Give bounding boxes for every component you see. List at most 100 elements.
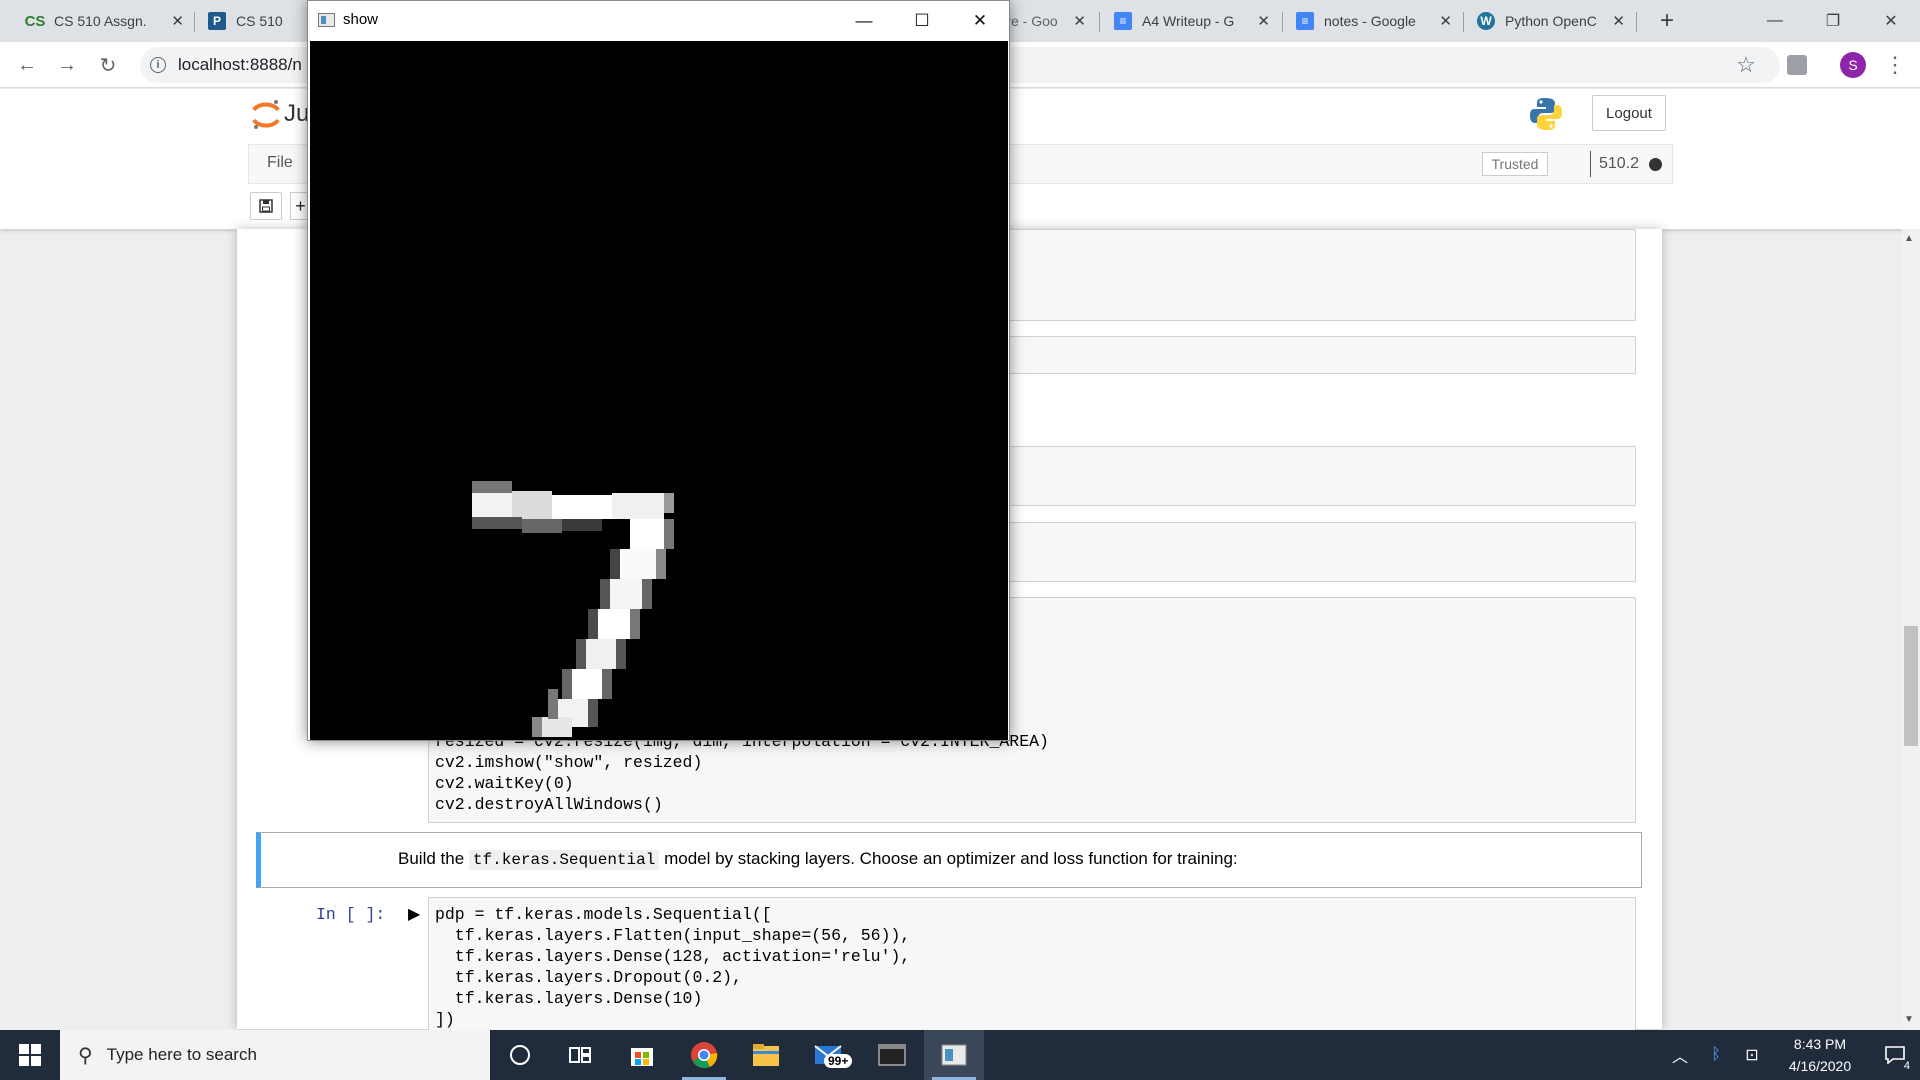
opencv-titlebar[interactable]: show — ☐ ✕ [308,1,1009,40]
close-icon[interactable]: ✕ [171,12,184,30]
search-placeholder: Type here to search [106,1045,257,1064]
jupyter-logo-text: Ju [284,100,310,127]
chrome-icon[interactable] [674,1030,734,1080]
tab-title: CS 510 [236,13,283,29]
markdown-text: Build the tf.keras.Sequential model by s… [398,849,1238,870]
logout-button[interactable]: Logout [1592,95,1666,131]
mail-icon[interactable]: 99+ [798,1030,858,1080]
piazza-favicon-icon: P [208,12,226,30]
google-docs-icon: ≡ [1114,12,1132,30]
code-cell-model[interactable]: pdp = tf.keras.models.Sequential([ tf.ke… [428,897,1636,1032]
terminal-icon[interactable] [862,1030,922,1080]
wordpress-icon: W [1477,12,1495,30]
profile-avatar[interactable]: S [1838,50,1868,80]
tab-separator [1463,12,1464,32]
taskbar-search[interactable]: ⚲ Type here to search [60,1030,490,1080]
action-center-icon[interactable]: 4 [1870,1030,1920,1080]
code-line: tf.keras.layers.Dense(128, activation='r… [435,947,911,966]
start-button[interactable] [0,1030,60,1080]
code-line: ]) [435,1010,455,1029]
tab-drive[interactable]: ve - Goo ✕ [1000,0,1096,42]
trusted-indicator[interactable]: Trusted [1482,152,1548,176]
close-icon[interactable]: ✕ [1257,12,1270,30]
code-line: tf.keras.layers.Flatten(input_shape=(56,… [435,926,911,945]
maximize-icon[interactable]: ☐ [893,1,951,40]
search-icon: ⚲ [78,1044,93,1067]
code-line: cv2.destroyAllWindows() [435,795,663,814]
windows-taskbar: ⚲ Type here to search 99+ ︿ ᛒ ⊡ 8:43 PM … [0,1030,1920,1080]
system-tray: ︿ ᛒ ⊡ 8:43 PM 4/16/2020 4 [1662,1030,1920,1080]
url-text: localhost:8888/n [178,55,302,74]
tab-python-opencv[interactable]: W Python OpenC ✕ [1465,0,1635,42]
cs-favicon-icon: CS [24,12,46,30]
tab-title: ve - Goo [1004,13,1058,29]
show-hidden-icons-icon[interactable]: ︿ [1662,1043,1698,1067]
tab-separator [1099,12,1100,32]
mail-badge: 99+ [824,1054,853,1068]
notification-count: 4 [1903,1060,1910,1072]
code-line: cv2.imshow("show", resized) [435,753,703,772]
tab-separator [1636,12,1637,32]
info-icon[interactable]: i [150,57,166,73]
code-line: tf.keras.layers.Dropout(0.2), [435,968,742,987]
minimize-icon[interactable]: — [1752,0,1798,42]
extension-icon[interactable] [1782,50,1812,80]
close-icon[interactable]: ✕ [1073,12,1086,30]
clock-date: 4/16/2020 [1788,1058,1852,1074]
close-icon[interactable]: ✕ [1612,12,1625,30]
scroll-up-icon[interactable]: ▲ [1904,233,1914,244]
minimize-icon[interactable]: — [835,1,893,40]
scroll-down-icon[interactable]: ▼ [1904,1014,1914,1025]
menu-file[interactable]: File [267,154,293,172]
windows-logo-icon [19,1044,41,1066]
reload-icon[interactable]: ↻ [93,50,123,80]
file-explorer-icon[interactable] [736,1030,796,1080]
python-logo-icon [1528,96,1564,136]
inline-code: tf.keras.Sequential [468,850,660,870]
tab-notes[interactable]: ≡ notes - Google ✕ [1284,0,1462,42]
new-tab-button[interactable]: + [1648,0,1688,42]
code-line: tf.keras.layers.Dense(10) [435,989,703,1008]
opencv-window[interactable]: show — ☐ ✕ [307,0,1010,741]
save-icon [259,199,273,213]
code-line: pdp = tf.keras.models.Sequential([ [435,905,772,924]
image-display [310,41,1008,740]
code-line: cv2.waitKey(0) [435,774,574,793]
bookmark-star-icon[interactable]: ☆ [1731,50,1761,80]
run-cell-icon[interactable]: ▶︎ [408,904,420,924]
bluetooth-icon[interactable]: ᛒ [1698,1046,1734,1064]
jupyter-logo[interactable]: Ju [250,96,309,132]
close-icon[interactable]: ✕ [1439,12,1452,30]
cortana-icon[interactable] [490,1030,550,1080]
google-docs-icon: ≡ [1296,12,1314,30]
save-button[interactable] [250,192,282,220]
close-window-icon[interactable]: ✕ [1868,0,1914,42]
close-icon[interactable]: ✕ [951,1,1009,40]
kernel-name: 510.2 [1599,155,1640,172]
tab-title: notes - Google [1324,13,1416,29]
tab-title: Python OpenC [1505,13,1597,29]
restore-icon[interactable]: ❐ [1810,0,1856,42]
tab-separator [1282,12,1283,32]
tab-title: A4 Writeup - G [1142,13,1235,29]
task-view-icon[interactable] [550,1030,610,1080]
tab-title: CS 510 Assgn. [54,13,147,29]
network-icon[interactable]: ⊡ [1734,1045,1770,1065]
tab-separator [194,12,195,32]
window-title: show [343,11,379,28]
store-icon[interactable] [612,1030,672,1080]
tab-a4-writeup[interactable]: ≡ A4 Writeup - G ✕ [1102,0,1280,42]
kernel-busy-icon [1649,157,1663,171]
back-arrow-icon[interactable]: ← [12,50,42,80]
jupyter-logo-icon [252,100,280,129]
clock[interactable]: 8:43 PM 4/16/2020 [1770,1033,1870,1077]
forward-arrow-icon[interactable]: → [52,50,82,80]
scrollbar-thumb[interactable] [1904,626,1918,746]
menu-kebab-icon[interactable]: ⋮ [1880,50,1910,80]
tab-cs510[interactable]: P CS 510 [196,0,308,42]
python-window-icon[interactable] [924,1030,984,1080]
kernel-indicator[interactable]: 510.2 [1590,151,1663,177]
clock-time: 8:43 PM [1793,1036,1847,1052]
tab-cs510-assgn[interactable]: CS CS 510 Assgn. ✕ [14,0,194,42]
digit-image [472,481,674,737]
